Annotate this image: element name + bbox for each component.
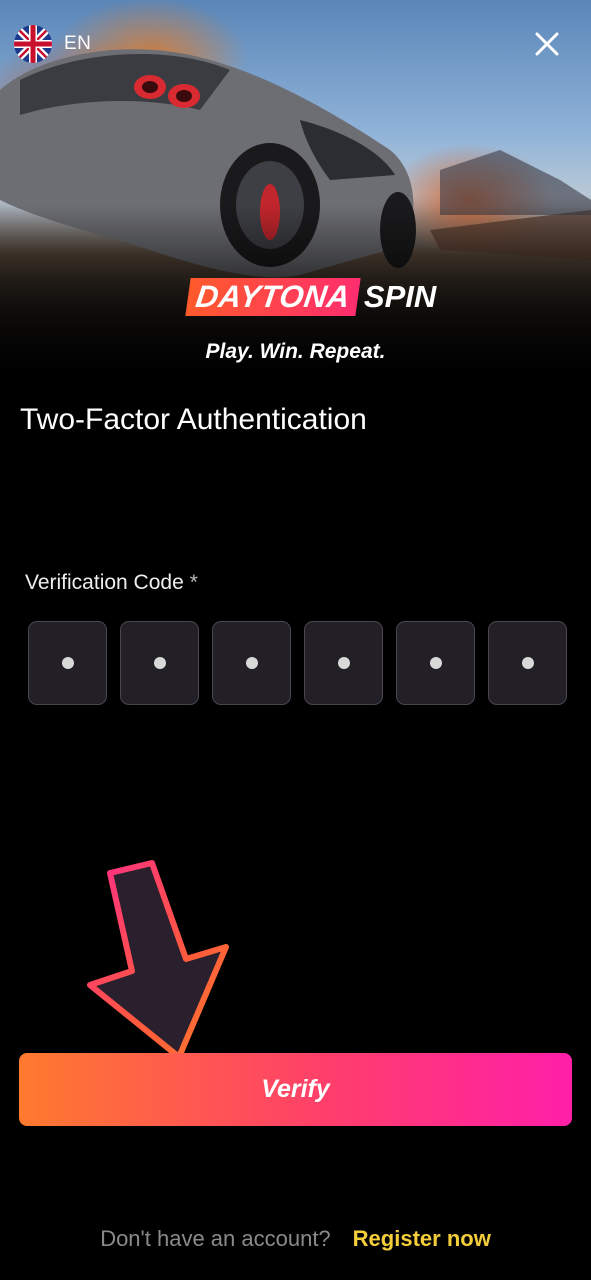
otp-placeholder-dot [153,657,166,669]
verification-code-label-text: Verification Code [25,571,184,594]
page-title: Two-Factor Authentication [20,403,367,436]
close-icon [535,32,559,56]
otp-digit-2[interactable] [120,621,199,705]
brand-logo: DAYTONA SPIN [185,278,437,316]
hero-banner: EN DAYTONA SPIN Play. Win. Repeat. [0,0,591,375]
logo-daytona: DAYTONA [185,278,361,316]
otp-placeholder-dot [521,657,534,669]
logo-spin: SPIN [363,279,437,314]
otp-digit-5[interactable] [396,621,475,705]
otp-digit-4[interactable] [304,621,383,705]
pointer-arrow-icon [87,860,229,1060]
otp-digit-1[interactable] [28,621,107,705]
register-link[interactable]: Register now [353,1226,491,1251]
verification-code-label: Verification Code * [25,571,198,595]
language-code: EN [64,33,92,54]
otp-digit-3[interactable] [212,621,291,705]
required-mark: * [189,571,198,594]
otp-placeholder-dot [245,657,258,669]
language-selector[interactable]: EN [14,25,91,63]
register-prompt: Don't have an account? Register now [0,1226,591,1252]
otp-input-group [28,621,567,705]
otp-digit-6[interactable] [488,621,567,705]
brand-tagline: Play. Win. Repeat. [205,340,386,363]
otp-placeholder-dot [429,657,442,669]
verify-button[interactable]: Verify [19,1053,572,1126]
no-account-text: Don't have an account? [100,1226,331,1251]
otp-placeholder-dot [61,657,74,669]
otp-placeholder-dot [337,657,350,669]
close-button[interactable] [528,25,566,63]
uk-flag-icon [14,25,52,63]
